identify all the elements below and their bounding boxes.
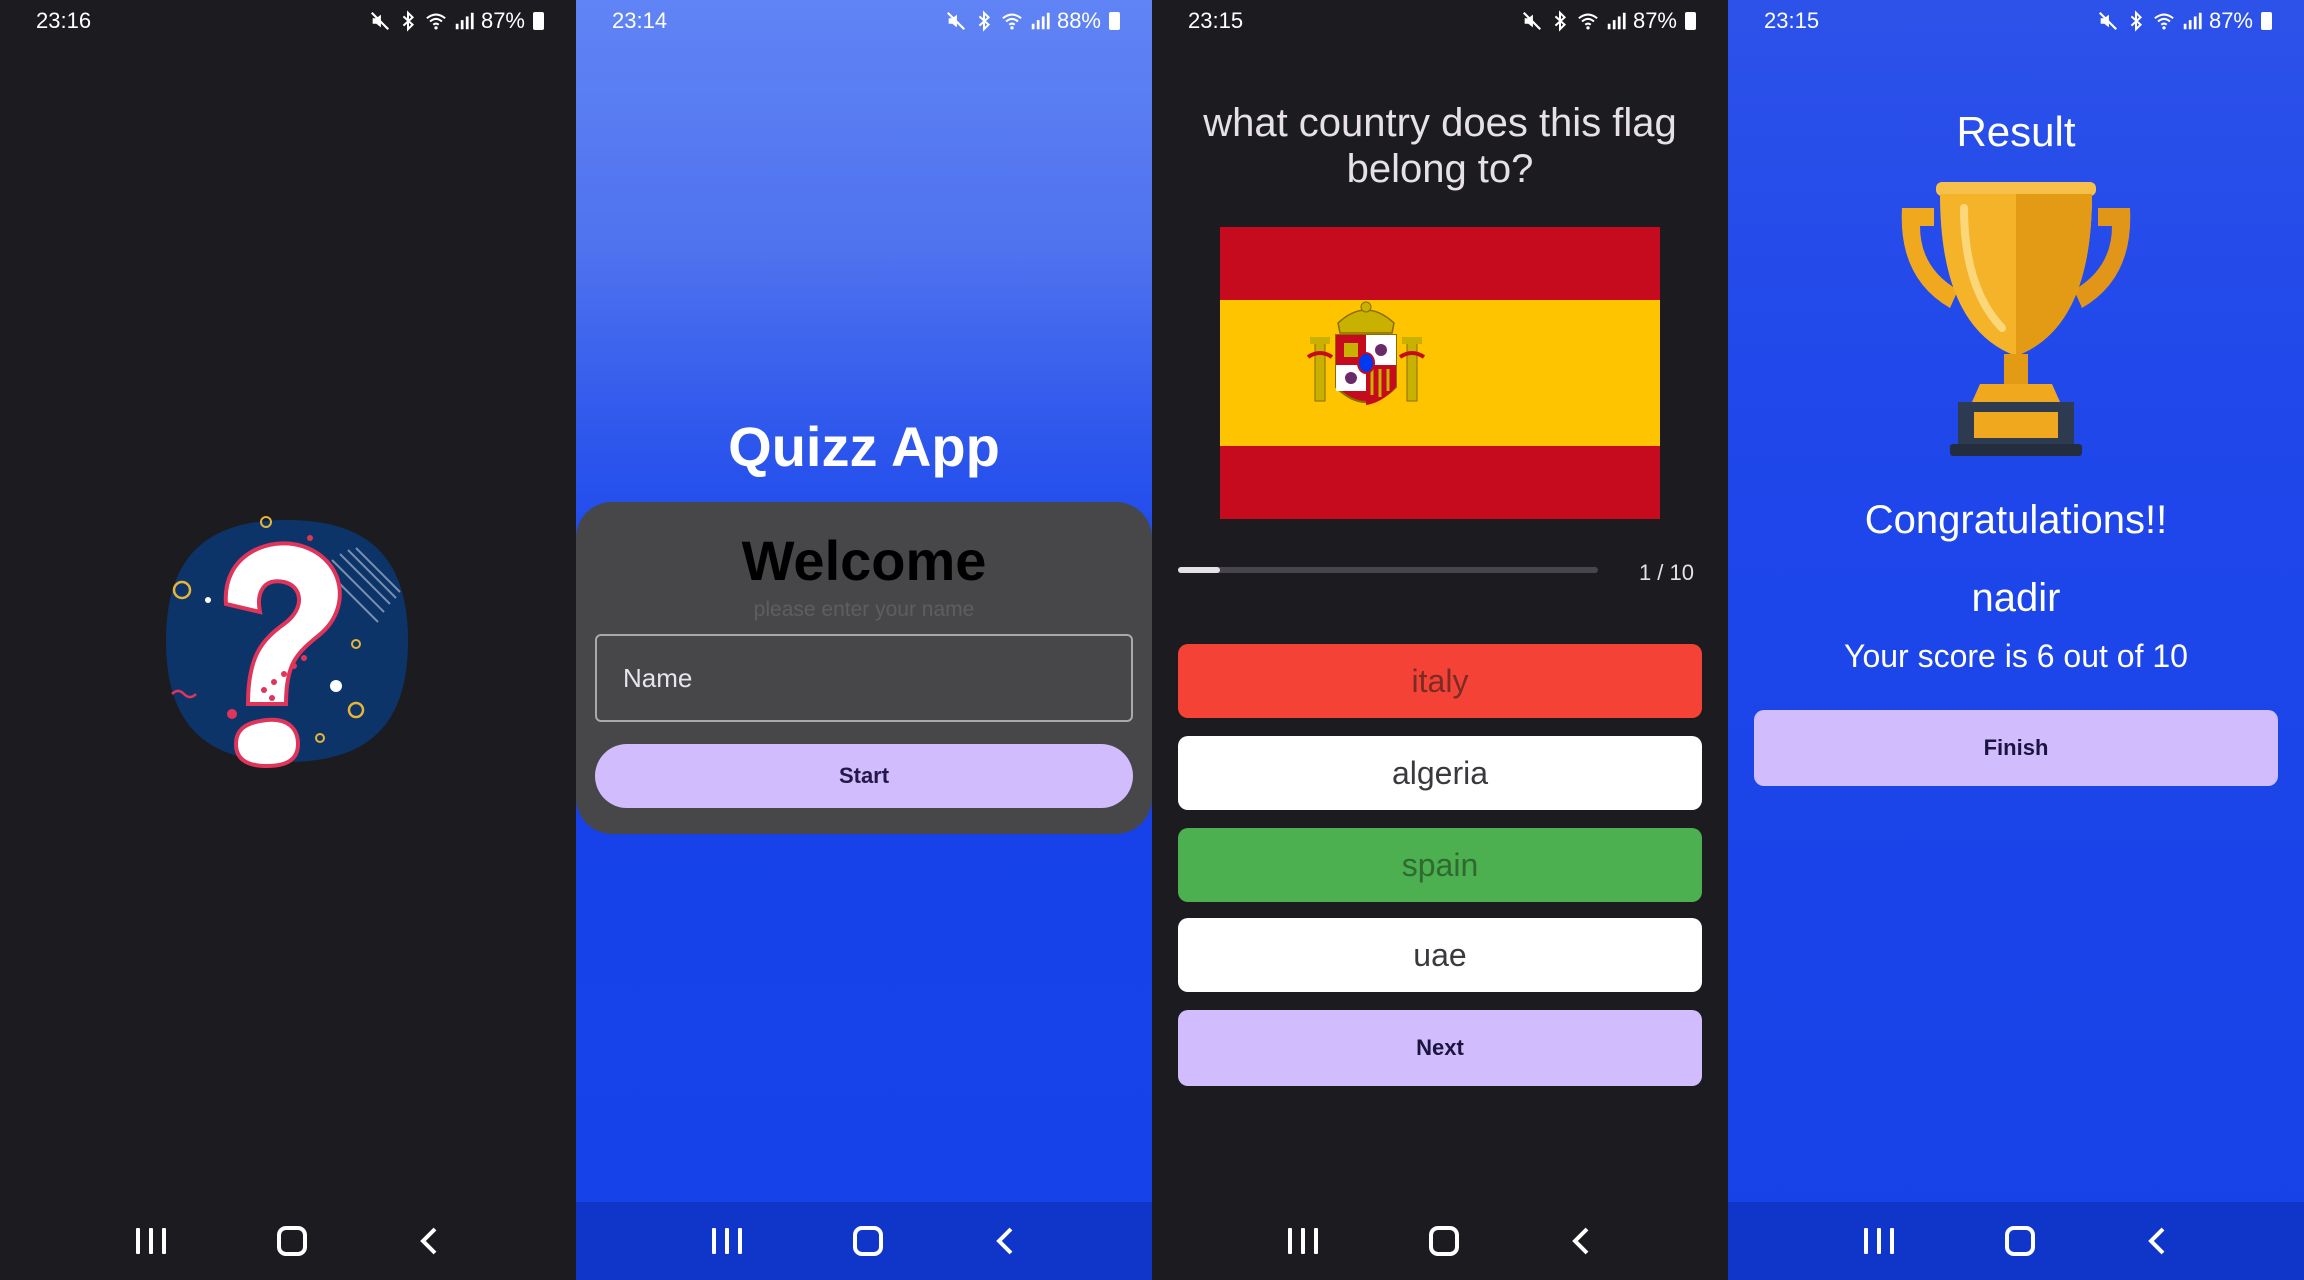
welcome-screen: 23:14 88% Quizz App Welcome please enter… xyxy=(576,0,1152,1280)
player-name: nadir xyxy=(1971,576,2061,620)
home-icon[interactable] xyxy=(1428,1226,1459,1256)
status-icons: 88% xyxy=(945,8,1120,34)
home-icon[interactable] xyxy=(2004,1226,2035,1256)
battery-icon xyxy=(2261,12,2272,30)
status-time: 23:16 xyxy=(36,8,92,33)
battery-icon xyxy=(1685,12,1696,30)
status-bar: 23:14 88% xyxy=(576,0,1152,42)
navigation-bar xyxy=(1728,1202,2304,1280)
mute-icon xyxy=(1521,10,1543,32)
signal-icon xyxy=(453,10,475,32)
battery-percent: 87% xyxy=(1632,8,1677,33)
status-bar: 23:15 87% xyxy=(1728,0,2304,42)
back-icon[interactable] xyxy=(1570,1226,1592,1256)
status-icons: 87% xyxy=(1521,8,1696,34)
question-screen: 23:15 87% what country does this flag be… xyxy=(1152,0,1728,1280)
progress-counter: 1 / 10 xyxy=(1638,560,1694,585)
wifi-icon xyxy=(425,10,447,32)
battery-icon xyxy=(1109,12,1120,30)
navigation-bar xyxy=(1152,1202,1728,1280)
bluetooth-icon xyxy=(973,10,995,32)
battery-percent: 87% xyxy=(2208,8,2253,33)
recents-icon[interactable] xyxy=(135,1228,166,1254)
status-bar: 23:15 87% xyxy=(1152,0,1728,42)
status-time: 23:14 xyxy=(612,8,668,33)
wifi-icon xyxy=(1001,10,1023,32)
battery-icon xyxy=(533,12,544,30)
question-mark-logo xyxy=(166,516,408,768)
status-time: 23:15 xyxy=(1188,8,1244,33)
welcome-title: Welcome xyxy=(741,529,987,592)
result-title: Result xyxy=(1956,108,2076,155)
recents-icon[interactable] xyxy=(1863,1228,1894,1254)
recents-icon[interactable] xyxy=(1287,1228,1318,1254)
signal-icon xyxy=(2181,10,2203,32)
congrats-text: Congratulations!! xyxy=(1864,498,2168,542)
status-bar: 23:16 87% xyxy=(0,0,576,42)
progress-fill xyxy=(1178,567,1220,573)
splash-screen: 23:16 87% xyxy=(0,0,576,1280)
spain-flag xyxy=(1220,227,1660,519)
finish-button[interactable]: Finish xyxy=(1754,710,2278,786)
back-icon[interactable] xyxy=(994,1226,1016,1256)
answer-option-italy[interactable]: italy xyxy=(1178,644,1702,718)
signal-icon xyxy=(1029,10,1051,32)
bluetooth-icon xyxy=(2125,10,2147,32)
navigation-bar xyxy=(576,1202,1152,1280)
progress-bar xyxy=(1178,567,1598,573)
navigation-bar xyxy=(0,1202,576,1280)
mute-icon xyxy=(2097,10,2119,32)
home-icon[interactable] xyxy=(276,1226,307,1256)
back-icon[interactable] xyxy=(418,1226,440,1256)
score-text: Your score is 6 out of 10 xyxy=(1844,638,2188,674)
status-icons: 87% xyxy=(369,8,544,34)
signal-icon xyxy=(1605,10,1627,32)
welcome-card: Welcome please enter your name Start xyxy=(576,502,1152,834)
bluetooth-icon xyxy=(397,10,419,32)
result-screen: 23:15 87% Result Congratulations!! nadir… xyxy=(1728,0,2304,1280)
battery-percent: 88% xyxy=(1056,8,1101,33)
trophy-icon xyxy=(1901,182,2131,456)
mute-icon xyxy=(369,10,391,32)
app-title: Quizz App xyxy=(728,415,1000,478)
battery-percent: 87% xyxy=(480,8,525,33)
next-button[interactable]: Next xyxy=(1178,1010,1702,1086)
answer-option-algeria[interactable]: algeria xyxy=(1178,736,1702,810)
question-text: what country does this flag belong to? xyxy=(1203,101,1677,191)
status-icons: 87% xyxy=(2097,8,2272,34)
wifi-icon xyxy=(1577,10,1599,32)
welcome-subtitle: please enter your name xyxy=(753,598,975,621)
back-icon[interactable] xyxy=(2146,1226,2168,1256)
answer-option-spain[interactable]: spain xyxy=(1178,828,1702,902)
start-button[interactable]: Start xyxy=(595,744,1133,808)
status-time: 23:15 xyxy=(1764,8,1820,33)
bluetooth-icon xyxy=(1549,10,1571,32)
mute-icon xyxy=(945,10,967,32)
wifi-icon xyxy=(2153,10,2175,32)
name-input[interactable] xyxy=(595,634,1133,722)
home-icon[interactable] xyxy=(852,1226,883,1256)
answer-option-uae[interactable]: uae xyxy=(1178,918,1702,992)
recents-icon[interactable] xyxy=(711,1228,742,1254)
